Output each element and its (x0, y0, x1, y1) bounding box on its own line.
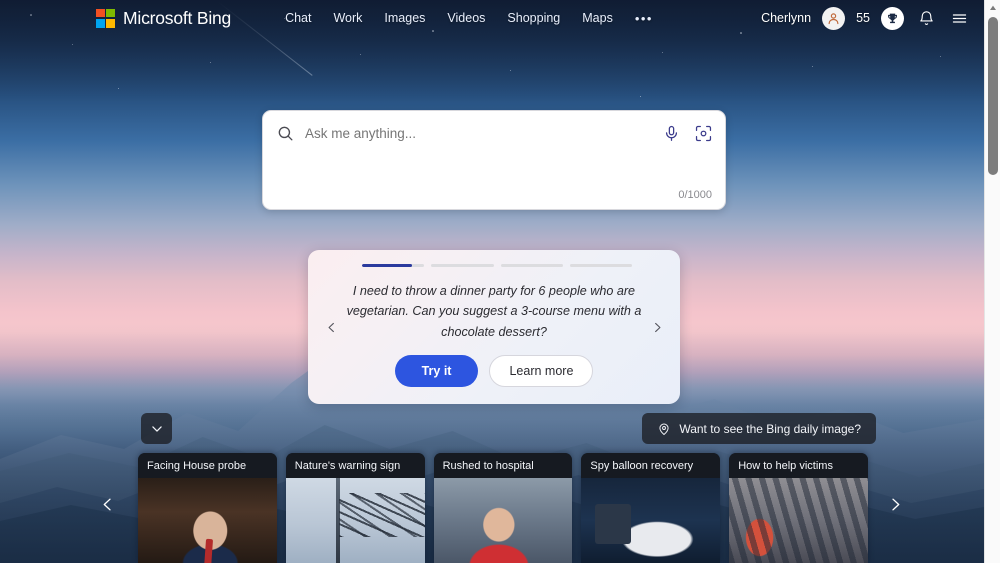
news-card[interactable]: Spy balloon recovery (581, 453, 721, 563)
news-carousel-prev-button[interactable] (90, 487, 124, 521)
primary-nav: Chat Work Images Videos Shopping Maps ••… (285, 11, 653, 26)
news-card-image (433, 478, 573, 563)
news-card-title: How to help victims (729, 453, 868, 478)
nav-item-images[interactable]: Images (384, 11, 425, 25)
search-box-top-row (263, 111, 725, 155)
triangle-up-icon (989, 5, 996, 10)
avatar[interactable] (822, 6, 846, 30)
nav-item-more-overflow[interactable]: ••• (635, 11, 653, 26)
search-input[interactable] (305, 125, 650, 141)
brand-name-label: Microsoft Bing (123, 7, 232, 28)
progress-segment-3[interactable] (500, 264, 563, 267)
news-card-image (729, 478, 868, 563)
news-card-image (138, 478, 277, 563)
location-pin-icon (659, 423, 669, 435)
chevron-right-icon (891, 498, 899, 510)
scrollbar-thumb[interactable] (988, 17, 998, 175)
news-card[interactable]: Rushed to hospital (433, 453, 573, 563)
news-card-image (581, 478, 721, 563)
nav-item-work[interactable]: Work (333, 11, 362, 25)
news-card-image (285, 478, 425, 563)
suggestion-actions: Try it Learn more (308, 355, 680, 388)
visual-search-camera-icon[interactable] (692, 122, 714, 144)
learn-more-button[interactable]: Learn more (489, 355, 594, 388)
chevron-down-icon (151, 425, 162, 432)
bing-homepage: Microsoft Bing Chat Work Images Videos S… (0, 0, 1000, 563)
nav-item-chat[interactable]: Chat (285, 11, 311, 25)
browser-scrollbar[interactable] (984, 0, 1000, 563)
hamburger-menu-icon[interactable] (948, 7, 970, 29)
bing-daily-image-pill[interactable]: Want to see the Bing daily image? (642, 413, 876, 444)
suggestion-prompt-text: I need to throw a dinner party for 6 peo… (346, 284, 642, 339)
rewards-trophy-icon[interactable] (881, 6, 904, 30)
news-card-title: Spy balloon recovery (581, 453, 721, 478)
progress-segment-2[interactable] (431, 264, 494, 267)
site-header: Microsoft Bing Chat Work Images Videos S… (0, 0, 984, 36)
character-counter: 0/1000 (678, 189, 712, 201)
suggestion-next-chevron-icon[interactable] (646, 316, 668, 338)
scrollbar-up-arrow[interactable] (985, 0, 1000, 16)
news-card-carousel: Facing House probe Nature's warning sign… (138, 453, 868, 563)
search-icon (276, 124, 295, 143)
notifications-bell-icon[interactable] (915, 7, 937, 29)
progress-segment-1[interactable] (362, 264, 425, 267)
microsoft-logo-icon (96, 8, 115, 28)
header-right-cluster: Cherlynn 55 (761, 6, 970, 30)
daily-image-label: Want to see the Bing daily image? (679, 421, 861, 436)
microphone-icon[interactable] (660, 122, 682, 144)
progress-segment-4[interactable] (569, 264, 632, 267)
rewards-points-label[interactable]: 55 (856, 11, 870, 25)
suggestion-carousel-card: I need to throw a dinner party for 6 peo… (308, 250, 680, 404)
news-carousel-next-button[interactable] (878, 487, 912, 521)
news-card-title: Rushed to hospital (433, 453, 573, 478)
bing-logo-link[interactable]: Microsoft Bing (96, 8, 231, 29)
nav-item-videos[interactable]: Videos (447, 11, 485, 25)
account-name-label[interactable]: Cherlynn (761, 11, 811, 25)
news-card[interactable]: Nature's warning sign (285, 453, 425, 563)
suggestion-prev-chevron-icon[interactable] (320, 316, 342, 338)
news-card[interactable]: How to help victims (729, 453, 868, 563)
carousel-progress-indicator (308, 250, 680, 267)
try-it-button[interactable]: Try it (394, 355, 479, 388)
news-card-title: Nature's warning sign (285, 453, 425, 478)
news-card-title: Facing House probe (138, 453, 277, 478)
search-box[interactable]: 0/1000 (262, 110, 726, 210)
news-card[interactable]: Facing House probe (138, 453, 277, 563)
collapse-feed-button[interactable] (141, 413, 172, 444)
chevron-left-icon (103, 498, 111, 510)
nav-item-shopping[interactable]: Shopping (507, 11, 560, 25)
nav-item-maps[interactable]: Maps (582, 11, 613, 25)
